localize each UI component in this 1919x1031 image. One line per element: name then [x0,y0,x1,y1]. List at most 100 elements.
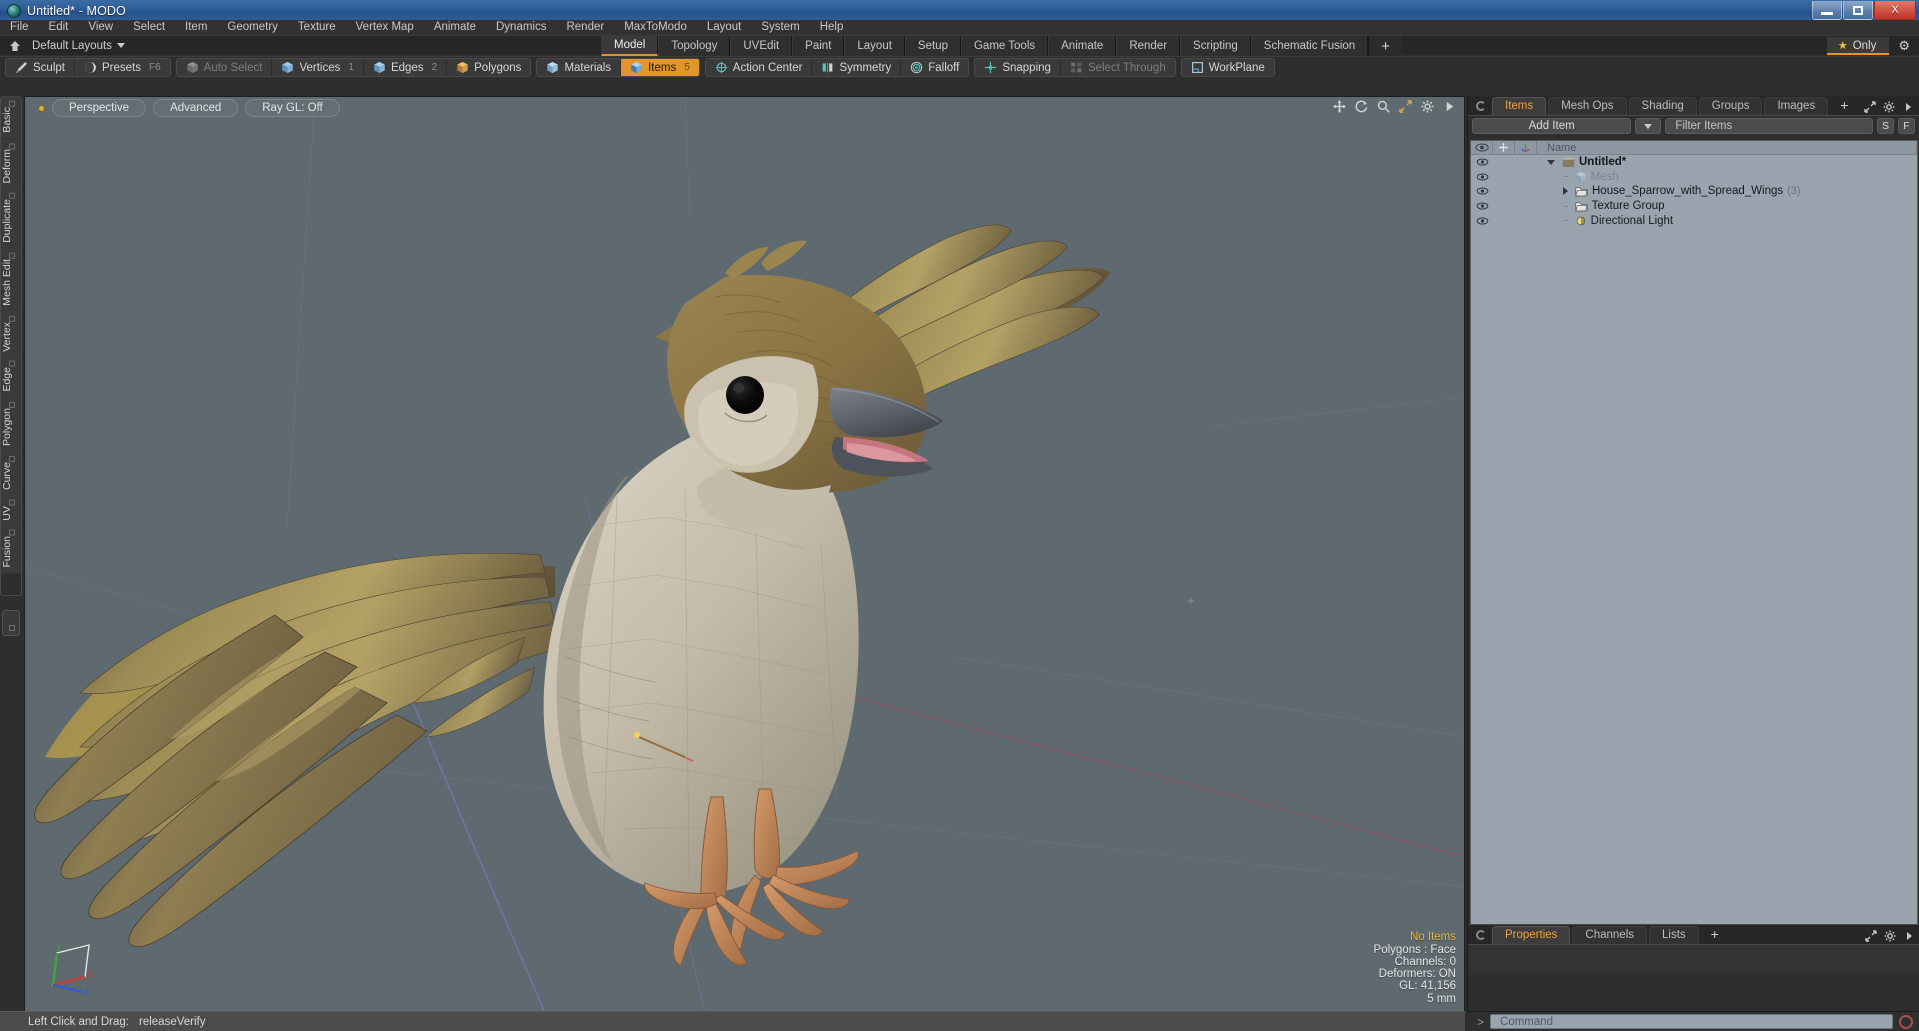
layout-tab-animate[interactable]: Animate [1048,36,1117,56]
gear-icon[interactable] [1884,930,1896,942]
left-tab-edge[interactable]: Edge [1,357,21,398]
viewport-raygl-button[interactable]: Ray GL: Off [245,99,340,117]
left-tab-vertex[interactable]: Vertex [1,311,21,358]
item-axis-cell[interactable] [1515,170,1537,185]
item-axis-cell[interactable] [1515,184,1537,199]
item-axis-cell[interactable] [1515,155,1537,170]
gear-icon[interactable]: ⚙ [1893,38,1915,54]
menu-item-animate[interactable]: Animate [424,20,486,35]
properties-tab-channels[interactable]: Channels [1572,926,1648,944]
toolbar-button-sculpt[interactable]: Sculpt [6,59,75,76]
eye-icon[interactable] [1471,199,1493,214]
properties-tab-properties[interactable]: Properties [1492,926,1571,944]
item-lock-cell[interactable] [1493,213,1515,228]
menu-item-render[interactable]: Render [556,20,614,35]
gear-icon[interactable] [1883,101,1895,113]
add-tab-button[interactable]: + [1830,97,1858,115]
add-item-button[interactable]: Add Item [1472,118,1632,134]
expand-icon[interactable] [1864,101,1876,113]
left-tab-uv[interactable]: UV [1,495,21,527]
panel-menu-icon[interactable] [1476,101,1486,111]
layout-tab-layout[interactable]: Layout [844,36,905,56]
menu-item-item[interactable]: Item [175,20,217,35]
item-name-cell[interactable]: ·· Mesh [1537,171,1917,183]
layout-tab-scripting[interactable]: Scripting [1180,36,1251,56]
only-toggle-button[interactable]: ★ Only [1826,37,1890,55]
close-button[interactable]: X [1874,1,1916,20]
eye-icon[interactable] [1471,213,1493,228]
expand-icon[interactable] [1865,930,1877,942]
items-tab-mesh-ops[interactable]: Mesh Ops [1548,97,1627,115]
maximize-button[interactable] [1843,1,1873,20]
item-list-row[interactable]: ·· Texture Group [1471,199,1917,214]
menu-item-layout[interactable]: Layout [697,20,752,35]
filter-f-button[interactable]: F [1898,118,1915,134]
left-tab-curve[interactable]: Curve [1,451,21,496]
toolbar-button-edges[interactable]: Edges 2 [364,59,448,76]
add-layout-tab-button[interactable]: + [1368,36,1402,56]
add-item-dropdown-button[interactable] [1635,118,1662,134]
item-lock-cell[interactable] [1493,170,1515,185]
menu-item-file[interactable]: File [0,20,39,35]
item-axis-cell[interactable] [1515,199,1537,214]
move-icon[interactable] [1333,100,1346,113]
layout-tab-schematic-fusion[interactable]: Schematic Fusion [1250,36,1369,56]
toolbar-button-polygons[interactable]: Polygons [447,59,530,76]
item-list-row[interactable]: ·· Directional Light [1471,213,1917,228]
item-list[interactable]: Name Untitled* ·· Mesh House_Sparrow_with_S… [1470,140,1918,960]
rotate-icon[interactable] [1355,100,1368,113]
toolbar-button-vertices[interactable]: Vertices 1 [272,59,364,76]
menu-item-edit[interactable]: Edit [39,20,79,35]
gear-icon[interactable] [1421,100,1434,113]
home-icon[interactable] [6,37,24,55]
left-tab-mesh-edit[interactable]: Mesh Edit [1,248,21,312]
play-arrow-icon[interactable] [1443,100,1456,113]
eye-icon[interactable] [1471,170,1493,185]
item-lock-cell[interactable] [1493,199,1515,214]
left-tab-polygon[interactable]: Polygon [1,397,21,452]
layout-tab-uvedit[interactable]: UVEdit [730,36,793,56]
filter-items-input[interactable]: Filter Items [1665,118,1873,134]
left-tabs-extra-button[interactable] [2,610,20,636]
toolbar-button-workplane[interactable]: WorkPlane [1182,59,1274,76]
layout-tab-setup[interactable]: Setup [904,36,961,56]
item-list-row[interactable]: House_Sparrow_with_Spread_Wings (3) [1471,184,1917,199]
layout-tab-game-tools[interactable]: Game Tools [960,36,1049,56]
axis-gizmo[interactable]: Y X Z [39,935,105,997]
command-input[interactable]: Command [1490,1014,1893,1029]
layout-tab-model[interactable]: Model [601,36,659,56]
items-tab-shading[interactable]: Shading [1628,97,1697,115]
expand-icon[interactable] [1399,100,1412,113]
menu-item-maxtomodo[interactable]: MaxToModo [614,20,697,35]
items-tab-groups[interactable]: Groups [1698,97,1763,115]
zoom-icon[interactable] [1377,100,1390,113]
panel-menu-arrow-icon[interactable] [1903,930,1915,942]
menu-item-texture[interactable]: Texture [288,20,346,35]
menu-item-help[interactable]: Help [810,20,854,35]
filter-s-button[interactable]: S [1877,118,1894,134]
item-name-cell[interactable]: ·· Directional Light [1537,215,1917,227]
item-lock-cell[interactable] [1493,184,1515,199]
item-name-cell[interactable]: House_Sparrow_with_Spread_Wings (3) [1537,185,1917,197]
panel-menu-arrow-icon[interactable] [1902,101,1914,113]
item-name-cell[interactable]: Untitled* [1537,156,1917,168]
menu-item-select[interactable]: Select [123,20,175,35]
eye-icon[interactable] [1471,184,1493,199]
3d-viewport[interactable]: + Perspective Advanced Ray GL: Off No It… [24,96,1465,1012]
toolbar-button-presets[interactable]: Presets F6 [75,59,170,76]
menu-item-dynamics[interactable]: Dynamics [486,20,556,35]
item-axis-cell[interactable] [1515,213,1537,228]
toolbar-button-items[interactable]: Items 5 [621,59,699,76]
panel-menu-icon[interactable] [1476,930,1486,940]
menu-item-geometry[interactable]: Geometry [217,20,288,35]
toolbar-button-action-center[interactable]: Action Center [706,59,813,76]
toolbar-button-falloff[interactable]: Falloff [901,59,968,76]
viewport-view-mode-button[interactable]: Perspective [52,99,147,117]
minimize-button[interactable] [1812,1,1842,20]
eye-icon[interactable] [1471,155,1493,170]
left-tab-duplicate[interactable]: Duplicate [1,189,21,249]
menu-item-system[interactable]: System [751,20,809,35]
menu-item-vertex-map[interactable]: Vertex Map [346,20,424,35]
left-tab-deform[interactable]: Deform [1,138,21,190]
left-tab-basic[interactable]: Basic [1,97,21,139]
